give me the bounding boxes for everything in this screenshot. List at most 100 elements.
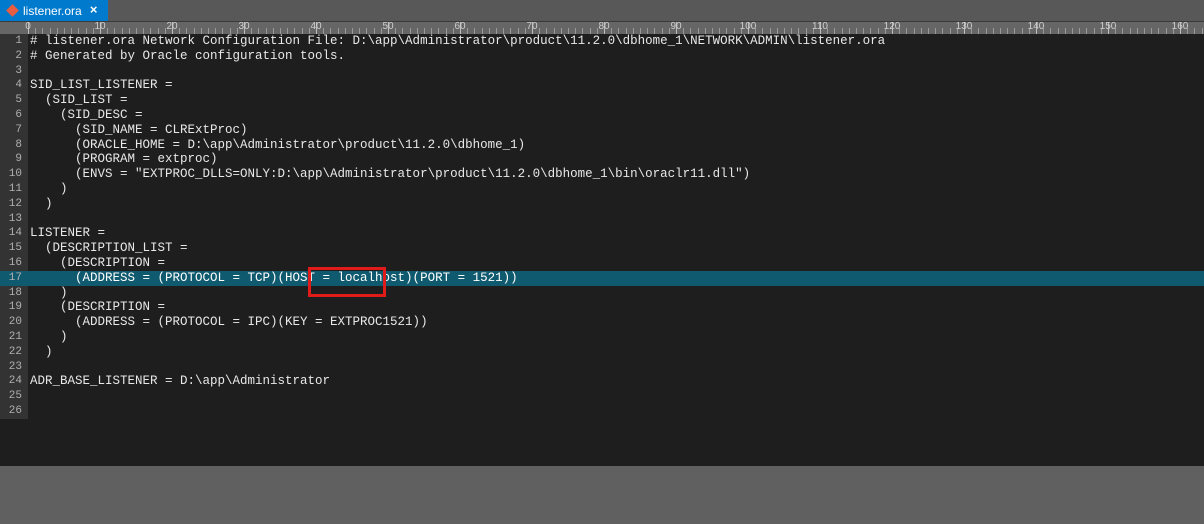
line-number: 2 (0, 49, 28, 64)
ruler-number: 100 (740, 21, 757, 32)
line-number: 25 (0, 389, 28, 404)
close-icon[interactable]: × (88, 4, 100, 17)
line-number: 15 (0, 241, 28, 256)
code-line[interactable]: 25 (0, 389, 1204, 404)
line-number: 10 (0, 167, 28, 182)
file-unsaved-icon (6, 4, 19, 17)
ruler-number: 0 (25, 21, 31, 32)
ruler-number: 20 (166, 21, 177, 32)
ruler-number: 10 (94, 21, 105, 32)
line-text[interactable]: (SID_DESC = (28, 108, 1204, 123)
line-text[interactable] (28, 404, 1204, 419)
ruler-number: 50 (382, 21, 393, 32)
status-bar (0, 466, 1204, 524)
line-text[interactable]: # listener.ora Network Configuration Fil… (28, 34, 1204, 49)
line-text[interactable]: ) (28, 182, 1204, 197)
code-line[interactable]: 22 ) (0, 345, 1204, 360)
code-line[interactable]: 6 (SID_DESC = (0, 108, 1204, 123)
line-text[interactable]: LISTENER = (28, 226, 1204, 241)
line-number: 9 (0, 152, 28, 167)
ruler-gutter-spacer (0, 22, 28, 34)
code-line[interactable]: 21 ) (0, 330, 1204, 345)
line-number: 11 (0, 182, 28, 197)
ruler-number: 30 (238, 21, 249, 32)
ruler-number: 110 (812, 21, 828, 32)
line-text[interactable]: (SID_LIST = (28, 93, 1204, 108)
code-line[interactable]: 16 (DESCRIPTION = (0, 256, 1204, 271)
code-line[interactable]: 23 (0, 360, 1204, 375)
line-text[interactable]: (PROGRAM = extproc) (28, 152, 1204, 167)
code-line[interactable]: 17 (ADDRESS = (PROTOCOL = TCP)(HOST = lo… (0, 271, 1204, 286)
editor-viewport[interactable]: 1# listener.ora Network Configuration Fi… (0, 34, 1204, 466)
ruler-number: 40 (310, 21, 321, 32)
code-line[interactable]: 8 (ORACLE_HOME = D:\app\Administrator\pr… (0, 138, 1204, 153)
line-text[interactable]: ) (28, 345, 1204, 360)
editor-tab-listener-ora[interactable]: listener.ora × (0, 0, 108, 21)
ruler-number: 90 (670, 21, 681, 32)
line-text[interactable]: SID_LIST_LISTENER = (28, 78, 1204, 93)
code-line[interactable]: 26 (0, 404, 1204, 419)
code-line[interactable]: 9 (PROGRAM = extproc) (0, 152, 1204, 167)
ruler: 0102030405060708090100110120130140150160 (0, 21, 1204, 35)
editor-content[interactable]: 1# listener.ora Network Configuration Fi… (0, 34, 1204, 419)
code-line[interactable]: 24ADR_BASE_LISTENER = D:\app\Administrat… (0, 374, 1204, 389)
ruler-number: 130 (956, 21, 973, 32)
code-line[interactable]: 19 (DESCRIPTION = (0, 300, 1204, 315)
line-text[interactable] (28, 389, 1204, 404)
line-number: 24 (0, 374, 28, 389)
code-line[interactable]: 14LISTENER = (0, 226, 1204, 241)
line-number: 26 (0, 404, 28, 419)
code-line[interactable]: 3 (0, 64, 1204, 79)
code-line[interactable]: 15 (DESCRIPTION_LIST = (0, 241, 1204, 256)
code-line[interactable]: 18 ) (0, 286, 1204, 301)
ruler-scale: 0102030405060708090100110120130140150160 (28, 22, 1204, 34)
code-line[interactable]: 20 (ADDRESS = (PROTOCOL = IPC)(KEY = EXT… (0, 315, 1204, 330)
line-text[interactable]: (ORACLE_HOME = D:\app\Administrator\prod… (28, 138, 1204, 153)
editor-tab-title: listener.ora (23, 4, 82, 18)
code-line[interactable]: 2# Generated by Oracle configuration too… (0, 49, 1204, 64)
line-text[interactable]: ) (28, 286, 1204, 301)
line-number: 23 (0, 360, 28, 375)
line-number: 8 (0, 138, 28, 153)
code-line[interactable]: 1# listener.ora Network Configuration Fi… (0, 34, 1204, 49)
tab-bar: listener.ora × (0, 0, 1204, 21)
line-text[interactable]: (DESCRIPTION = (28, 256, 1204, 271)
line-number: 12 (0, 197, 28, 212)
code-line[interactable]: 7 (SID_NAME = CLRExtProc) (0, 123, 1204, 138)
code-line[interactable]: 11 ) (0, 182, 1204, 197)
code-line[interactable]: 12 ) (0, 197, 1204, 212)
line-text[interactable]: (ADDRESS = (PROTOCOL = IPC)(KEY = EXTPRO… (28, 315, 1204, 330)
line-number: 7 (0, 123, 28, 138)
line-number: 14 (0, 226, 28, 241)
line-number: 5 (0, 93, 28, 108)
line-number: 20 (0, 315, 28, 330)
line-number: 4 (0, 78, 28, 93)
line-number: 19 (0, 300, 28, 315)
line-number: 16 (0, 256, 28, 271)
code-line[interactable]: 10 (ENVS = "EXTPROC_DLLS=ONLY:D:\app\Adm… (0, 167, 1204, 182)
line-text[interactable]: (DESCRIPTION_LIST = (28, 241, 1204, 256)
line-text[interactable]: (DESCRIPTION = (28, 300, 1204, 315)
ruler-number: 160 (1172, 21, 1189, 32)
line-number: 6 (0, 108, 28, 123)
line-number: 3 (0, 64, 28, 79)
line-number: 17 (0, 271, 28, 286)
line-text[interactable] (28, 212, 1204, 227)
line-text[interactable]: (SID_NAME = CLRExtProc) (28, 123, 1204, 138)
line-text[interactable]: (ADDRESS = (PROTOCOL = TCP)(HOST = local… (28, 271, 1204, 286)
code-line[interactable]: 4SID_LIST_LISTENER = (0, 78, 1204, 93)
line-text[interactable] (28, 64, 1204, 79)
line-text[interactable] (28, 360, 1204, 375)
ruler-number: 140 (1028, 21, 1045, 32)
line-text[interactable]: ADR_BASE_LISTENER = D:\app\Administrator (28, 374, 1204, 389)
line-text[interactable]: ) (28, 197, 1204, 212)
line-number: 13 (0, 212, 28, 227)
line-number: 18 (0, 286, 28, 301)
code-line[interactable]: 5 (SID_LIST = (0, 93, 1204, 108)
ruler-number: 150 (1100, 21, 1117, 32)
code-line[interactable]: 13 (0, 212, 1204, 227)
ruler-number: 60 (454, 21, 465, 32)
line-text[interactable]: ) (28, 330, 1204, 345)
line-text[interactable]: (ENVS = "EXTPROC_DLLS=ONLY:D:\app\Admini… (28, 167, 1204, 182)
line-text[interactable]: # Generated by Oracle configuration tool… (28, 49, 1204, 64)
